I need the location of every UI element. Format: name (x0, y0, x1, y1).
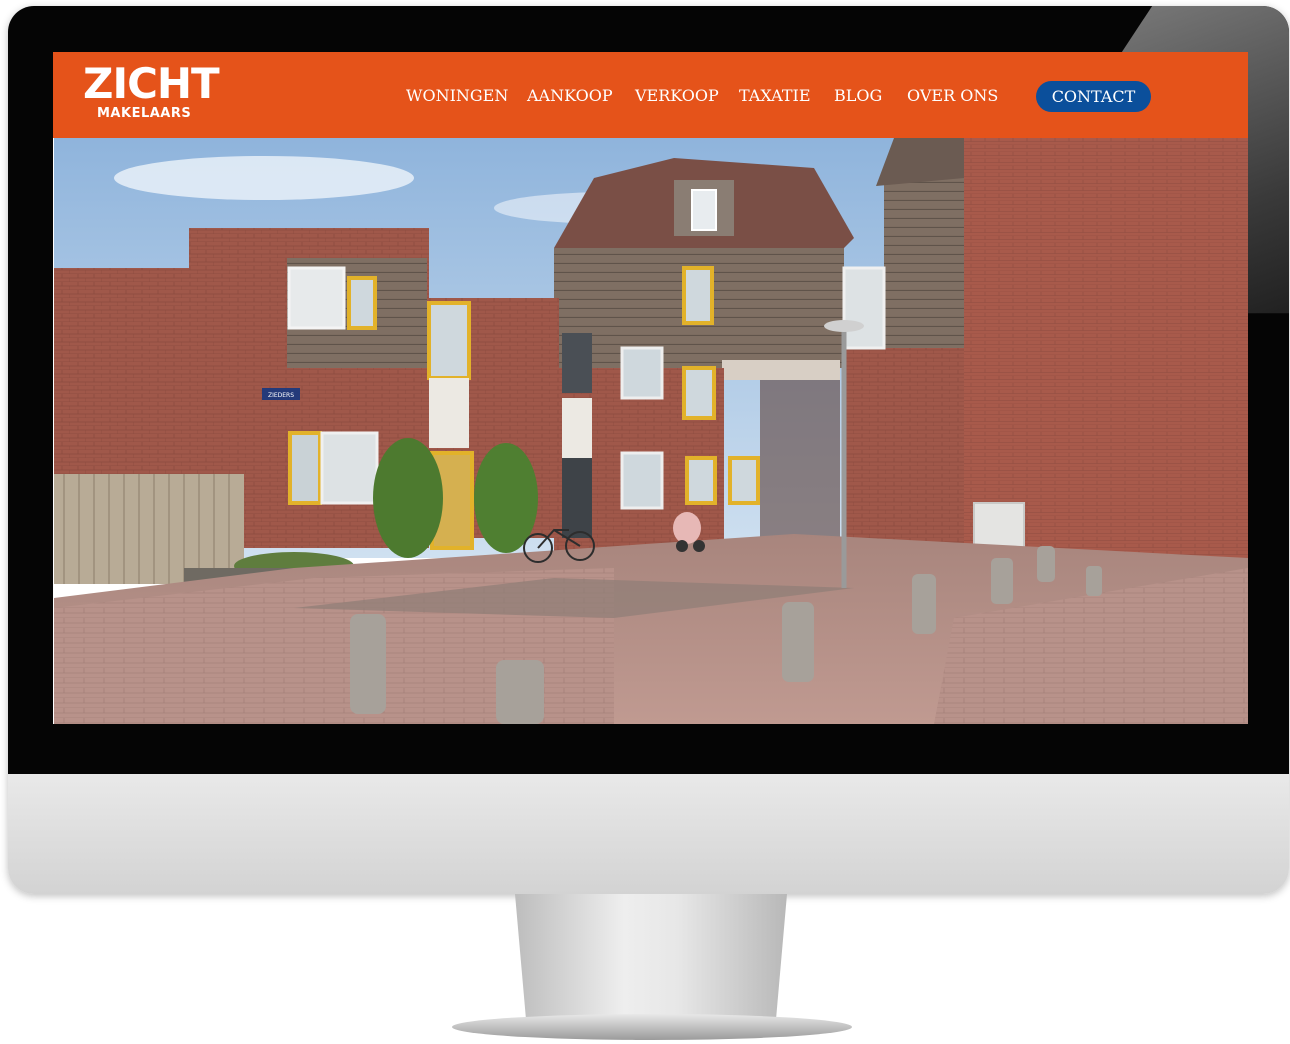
bollard (991, 558, 1013, 604)
nav-item-aankoop[interactable]: AANKOOP (527, 86, 613, 106)
nav-item-woningen[interactable]: WONINGEN (406, 86, 508, 106)
window-yellow (427, 301, 471, 380)
bollard (496, 660, 544, 724)
window-yellow (347, 276, 377, 330)
bollard (350, 614, 386, 714)
hedge (373, 438, 443, 558)
nav-item-taxatie[interactable]: TAXATIE (739, 86, 811, 106)
monitor: ZICHT MAKELAARS WONINGEN AANKOOP VERKOOP… (8, 6, 1289, 894)
white-panel (562, 398, 592, 458)
window-yellow (728, 456, 760, 505)
window (562, 333, 592, 393)
logo-wordmark: ZICHT (83, 59, 220, 108)
window (620, 346, 664, 400)
white-panel (429, 378, 469, 448)
logo[interactable]: ZICHT MAKELAARS (83, 60, 228, 124)
bollard (1037, 546, 1055, 582)
bollard (912, 574, 936, 634)
lamp-head (824, 320, 864, 332)
nav-item-blog[interactable]: BLOG (834, 86, 882, 106)
bollard (782, 602, 814, 682)
door (562, 458, 592, 538)
window-yellow (682, 266, 714, 325)
wood-tower (884, 168, 964, 348)
gate-header (722, 360, 840, 380)
cloud (114, 156, 414, 200)
site-header: ZICHT MAKELAARS WONINGEN AANKOOP VERKOOP… (53, 52, 1248, 138)
window (287, 266, 346, 330)
monitor-stand-neck (515, 894, 787, 1018)
dormer-window (691, 189, 717, 231)
street-sign-text: ZIEDERS (268, 392, 294, 399)
nav-item-over-ons[interactable]: OVER ONS (907, 86, 998, 106)
bollard (1086, 566, 1102, 596)
window (620, 451, 664, 510)
contact-button[interactable]: CONTACT (1036, 81, 1151, 112)
window (842, 266, 886, 350)
passage (760, 380, 840, 550)
logo-subtitle: MAKELAARS (97, 106, 192, 121)
wooden-fence (54, 474, 244, 584)
window (320, 431, 379, 505)
brick-column-center (844, 348, 964, 558)
hero-image: ZIEDERS (54, 138, 1248, 724)
window-yellow (685, 456, 717, 505)
monitor-chin (8, 774, 1289, 894)
window-yellow (682, 366, 716, 420)
window-yellow (288, 431, 322, 505)
monitor-stand-base (452, 1014, 852, 1040)
nav-item-verkoop[interactable]: VERKOOP (635, 86, 719, 106)
screen: ZICHT MAKELAARS WONINGEN AANKOOP VERKOOP… (53, 52, 1248, 724)
